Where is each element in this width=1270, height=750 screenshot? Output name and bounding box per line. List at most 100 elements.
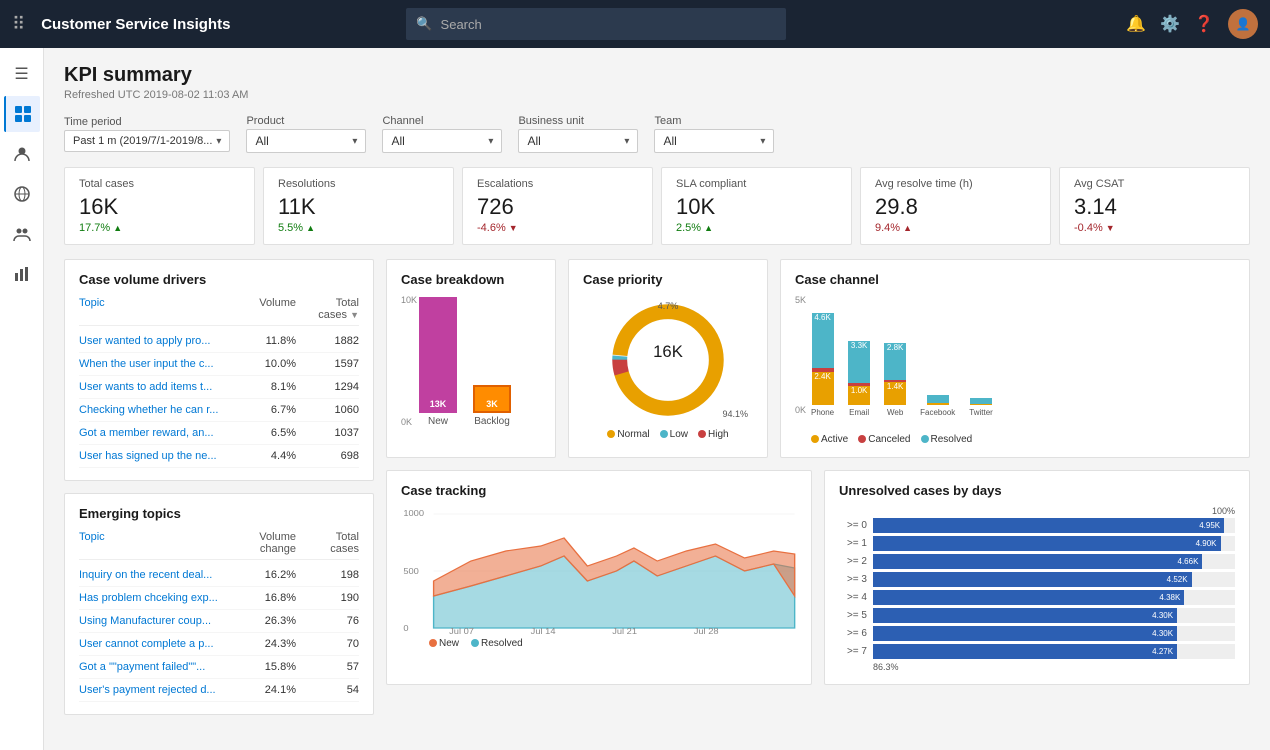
cc-group-email: 3.3K 1.0K Email [848,341,870,417]
filter-time-period-select[interactable]: Past 1 m (2019/7/1-2019/8... ▾ [64,130,230,152]
table-row[interactable]: Got a ""payment failed""... 15.8% 57 [79,656,359,679]
case-channel-title: Case channel [795,272,1235,287]
filter-channel: Channel All ▾ [382,115,502,153]
unresolved-bar-fill: 4.66K [873,554,1202,569]
kpi-change: 5.5% ▲ [278,222,439,234]
kpi-card-0: Total cases 16K 17.7% ▲ [64,167,255,245]
unresolved-day-label: >= 1 [839,538,867,549]
kpi-arrow: ▲ [704,223,713,233]
page-header: KPI summary Refreshed UTC 2019-08-02 11:… [64,64,1250,101]
table-row[interactable]: User's payment rejected d... 24.1% 54 [79,679,359,702]
unresolved-day-label: >= 0 [839,520,867,531]
pct-100-label: 100% [839,506,1235,516]
table-row[interactable]: When the user input the c... 10.0% 1597 [79,353,359,376]
filter-channel-select[interactable]: All ▾ [382,129,502,153]
sidebar-item-globe[interactable] [4,176,40,212]
sidebar-item-chart[interactable] [4,256,40,292]
donut-wrapper: 16K 4.7% 94.1% [598,295,738,425]
kpi-value: 16K [79,194,240,220]
search-box[interactable]: 🔍 [406,8,786,40]
table-row[interactable]: Using Manufacturer coup... 26.3% 76 [79,610,359,633]
hamburger-icon[interactable]: ☰ [14,56,28,92]
svg-text:500: 500 [403,567,419,576]
table-row[interactable]: User wanted to apply pro... 11.8% 1882 [79,330,359,353]
kpi-card-2: Escalations 726 -4.6% ▼ [462,167,653,245]
unresolved-row: >= 1 4.90K [839,536,1235,551]
unresolved-bar-container: 4.30K [873,626,1235,641]
notification-icon[interactable]: 🔔 [1126,14,1146,34]
kpi-label: Resolutions [278,178,439,190]
kpi-value: 29.8 [875,194,1036,220]
kpi-change: 9.4% ▲ [875,222,1036,234]
svg-text:Jul 28: Jul 28 [694,627,719,636]
cb-bar-backlog-label: 3K [475,399,509,409]
filter-business-unit-label: Business unit [518,115,638,127]
kpi-arrow: ▲ [113,223,122,233]
unresolved-day-label: >= 3 [839,574,867,585]
kpi-change: -4.6% ▼ [477,222,638,234]
emerging-topics-panel: Emerging topics Topic Volume change Tota… [64,493,374,715]
sidebar-item-person[interactable] [4,136,40,172]
kpi-label: Total cases [79,178,240,190]
table-row[interactable]: User has signed up the ne... 4.4% 698 [79,445,359,468]
cc-bars-area: 4.6K 2.4K Phone 3.3K [811,303,1231,417]
grid-icon[interactable]: ⠿ [12,14,25,35]
et-col-cases-header: Total cases [304,531,359,555]
kpi-value: 11K [278,194,439,220]
table-row[interactable]: Got a member reward, an... 6.5% 1037 [79,422,359,445]
filter-team-select[interactable]: All ▾ [654,129,774,153]
cvd-rows: User wanted to apply pro... 11.8% 1882 W… [79,330,359,468]
svg-text:16K: 16K [653,342,683,361]
unresolved-row: >= 5 4.30K [839,608,1235,623]
refresh-timestamp: Refreshed UTC 2019-08-02 11:03 AM [64,89,1250,101]
cb-y-max: 10K [401,295,417,305]
help-icon[interactable]: ❓ [1194,14,1214,34]
page-title: KPI summary [64,64,1250,87]
kpi-card-1: Resolutions 11K 5.5% ▲ [263,167,454,245]
sidebar-thin: ☰ [0,48,44,750]
unresolved-bar-container: 4.52K [873,572,1235,587]
unresolved-bar-value: 4.52K [1167,575,1188,584]
unresolved-bar-container: 4.38K [873,590,1235,605]
unresolved-bar-container: 4.66K [873,554,1235,569]
kpi-arrow: ▲ [306,223,315,233]
chevron-down-icon: ▾ [488,136,493,147]
cc-y-max: 5K [795,295,806,305]
left-panels: Case volume drivers Topic Volume Total c… [64,259,374,715]
et-col-topic-header: Topic [79,531,229,555]
chevron-down-icon: ▾ [216,136,221,147]
kpi-card-3: SLA compliant 10K 2.5% ▲ [661,167,852,245]
filter-time-period: Time period Past 1 m (2019/7/1-2019/8...… [64,116,230,152]
cb-bar-new-fill: 13K [419,297,457,413]
pct-normal-label: 94.1% [722,409,748,419]
chevron-down-icon: ▾ [624,136,629,147]
avatar[interactable]: 👤 [1228,9,1258,39]
table-row[interactable]: User wants to add items t... 8.1% 1294 [79,376,359,399]
content-row: Case volume drivers Topic Volume Total c… [64,259,1250,715]
filter-business-unit-select[interactable]: All ▾ [518,129,638,153]
sidebar-item-team[interactable] [4,216,40,252]
kpi-value: 3.14 [1074,194,1235,220]
unresolved-day-label: >= 6 [839,628,867,639]
case-priority-legend: Normal Low High [607,429,728,440]
sidebar-item-dashboard[interactable] [4,96,40,132]
unresolved-rows: >= 0 4.95K >= 1 4.90K >= 2 4.66K >= 3 [839,518,1235,659]
filter-product-select[interactable]: All ▾ [246,129,366,153]
table-row[interactable]: Checking whether he can r... 6.7% 1060 [79,399,359,422]
search-input[interactable] [441,17,777,32]
unresolved-bar-container: 4.27K [873,644,1235,659]
table-row[interactable]: Has problem chceking exp... 16.8% 190 [79,587,359,610]
cb-bar-new: 13K New [419,297,457,427]
case-volume-drivers-title: Case volume drivers [79,272,359,287]
filter-product-label: Product [246,115,366,127]
unresolved-bar-container: 4.30K [873,608,1235,623]
cb-bar-backlog: 3K Backlog [473,385,511,427]
table-row[interactable]: User cannot complete a p... 24.3% 70 [79,633,359,656]
case-breakdown-card: Case breakdown 10K 0K 13K New [386,259,556,458]
settings-icon[interactable]: ⚙️ [1160,14,1180,34]
filter-product: Product All ▾ [246,115,366,153]
table-row[interactable]: Inquiry on the recent deal... 16.2% 198 [79,564,359,587]
cc-y-min: 0K [795,405,806,415]
filter-team: Team All ▾ [654,115,774,153]
unresolved-cases-card: Unresolved cases by days 100% >= 0 4.95K… [824,470,1250,685]
